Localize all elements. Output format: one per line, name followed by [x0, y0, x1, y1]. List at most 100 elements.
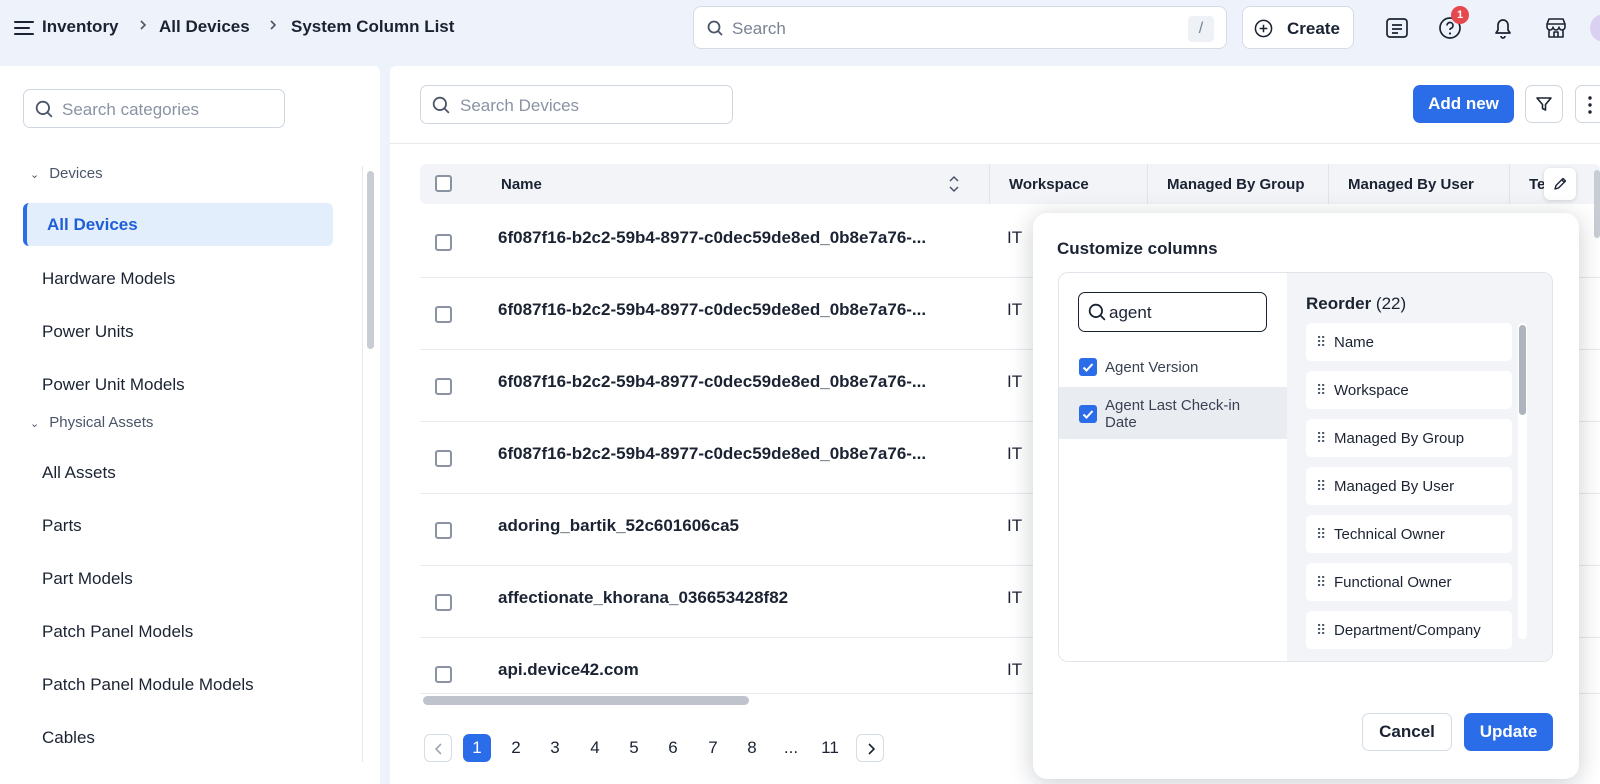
customize-columns-popover: Customize columns agent Agent Version Ag… [1033, 213, 1579, 779]
chevron-right-icon [865, 742, 877, 756]
column-header-technical-owner[interactable]: Te [1529, 176, 1545, 193]
divider [390, 143, 1600, 144]
reorder-item-technical-owner[interactable]: ⠿ Technical Owner [1306, 515, 1512, 553]
workspace-cell: IT [1007, 516, 1023, 535]
avatar[interactable] [1590, 14, 1600, 42]
drag-handle-icon[interactable]: ⠿ [1316, 574, 1326, 591]
row-checkbox[interactable] [435, 450, 452, 467]
column-option-label: Agent Last Check-in Date [1105, 397, 1241, 431]
next-page-button[interactable] [856, 734, 884, 762]
horizontal-scrollbar[interactable] [423, 696, 749, 705]
device-name-link[interactable]: 6f087f16-b2c2-59b4-8977-c0dec59de8ed_0b8… [498, 300, 926, 320]
row-checkbox[interactable] [435, 306, 452, 323]
group-physical-assets[interactable]: ⌄ Physical Assets [30, 414, 153, 431]
search-icon [432, 96, 450, 114]
page-button-2[interactable]: 2 [502, 734, 530, 762]
drag-handle-icon[interactable]: ⠿ [1316, 526, 1326, 543]
reorder-item-name[interactable]: ⠿ Name [1306, 323, 1512, 361]
previous-page-button[interactable] [424, 734, 452, 762]
device-name-link[interactable]: 6f087f16-b2c2-59b4-8977-c0dec59de8ed_0b8… [498, 444, 926, 464]
reorder-panel: Reorder (22) ⠿ Name ⠿ Workspace ⠿ Managed B… [1287, 273, 1552, 661]
sidebar-item-all-devices[interactable]: All Devices [23, 203, 333, 246]
reorder-item-department-company[interactable]: ⠿ Department/Company [1306, 611, 1512, 649]
sidebar-item-power-unit-models[interactable]: Power Unit Models [42, 375, 185, 395]
row-checkbox[interactable] [435, 234, 452, 251]
device-name-link[interactable]: api.device42.com [498, 660, 639, 680]
column-header-name[interactable]: Name [501, 176, 542, 193]
device-search-input[interactable]: Search Devices [420, 85, 733, 124]
edit-columns-button[interactable] [1544, 168, 1576, 200]
column-divider [1147, 164, 1148, 204]
page-button-4[interactable]: 4 [581, 734, 609, 762]
page-button-5[interactable]: 5 [620, 734, 648, 762]
page-button-8[interactable]: 8 [738, 734, 766, 762]
page-button-1[interactable]: 1 [463, 734, 491, 762]
drag-handle-icon[interactable]: ⠿ [1316, 334, 1326, 351]
sidebar-item-cables[interactable]: Cables [42, 728, 95, 748]
drag-handle-icon[interactable]: ⠿ [1316, 382, 1326, 399]
breadcrumb-inventory[interactable]: Inventory [42, 17, 119, 37]
sidebar-item-patch-panel-module-models[interactable]: Patch Panel Module Models [42, 675, 254, 695]
filter-button[interactable] [1525, 85, 1563, 123]
bell-icon[interactable] [1489, 14, 1517, 42]
reorder-item-label: Workspace [1334, 382, 1409, 399]
drag-handle-icon[interactable]: ⠿ [1316, 430, 1326, 447]
checkbox-checked[interactable] [1079, 405, 1097, 423]
cancel-button[interactable]: Cancel [1362, 713, 1452, 751]
workspace-cell: IT [1007, 228, 1023, 247]
row-checkbox[interactable] [435, 378, 452, 395]
reorder-scrollbar[interactable] [1519, 325, 1526, 415]
create-button[interactable]: Create [1242, 6, 1354, 49]
checkbox-checked[interactable] [1079, 358, 1097, 376]
vertical-scrollbar[interactable] [1594, 170, 1600, 238]
global-search-input[interactable]: Search / [693, 6, 1227, 49]
device-name-link[interactable]: 6f087f16-b2c2-59b4-8977-c0dec59de8ed_0b8… [498, 372, 926, 392]
group-devices[interactable]: ⌄ Devices [30, 165, 103, 182]
update-button[interactable]: Update [1464, 713, 1553, 751]
device-name-link[interactable]: affectionate_khorana_036653428f82 [498, 588, 788, 608]
sidebar-item-patch-panel-models[interactable]: Patch Panel Models [42, 622, 193, 642]
device-name-link[interactable]: 6f087f16-b2c2-59b4-8977-c0dec59de8ed_0b8… [498, 228, 926, 248]
reorder-item-managed-by-user[interactable]: ⠿ Managed By User [1306, 467, 1512, 505]
add-new-button[interactable]: Add new [1413, 85, 1514, 123]
workspace-cell: IT [1007, 444, 1023, 463]
device-name-link[interactable]: adoring_bartik_52c601606ca5 [498, 516, 739, 536]
page-button-11[interactable]: 11 [816, 734, 844, 762]
page-button-3[interactable]: 3 [541, 734, 569, 762]
select-all-checkbox[interactable] [435, 175, 452, 192]
workspace-cell: IT [1007, 300, 1023, 319]
category-search-input[interactable]: Search categories [23, 89, 285, 128]
reorder-item-managed-by-group[interactable]: ⠿ Managed By Group [1306, 419, 1512, 457]
sidebar-item-part-models[interactable]: Part Models [42, 569, 133, 589]
sidebar-item-parts[interactable]: Parts [42, 516, 82, 536]
sidebar-item-label: All Devices [47, 215, 138, 234]
store-icon[interactable] [1542, 14, 1570, 42]
reorder-item-functional-owner[interactable]: ⠿ Functional Owner [1306, 563, 1512, 601]
column-search-input[interactable]: agent [1078, 292, 1267, 332]
menu-icon[interactable] [14, 20, 34, 36]
page-button-7[interactable]: 7 [699, 734, 727, 762]
row-checkbox[interactable] [435, 522, 452, 539]
drag-handle-icon[interactable]: ⠿ [1316, 622, 1326, 639]
reorder-item-workspace[interactable]: ⠿ Workspace [1306, 371, 1512, 409]
device-search-placeholder: Search Devices [460, 96, 580, 115]
more-options-button[interactable] [1575, 85, 1600, 123]
breadcrumb-all-devices[interactable]: All Devices [159, 17, 250, 37]
column-divider [989, 164, 990, 204]
column-header-workspace[interactable]: Workspace [1009, 176, 1089, 193]
service-catalog-icon[interactable] [1383, 14, 1411, 42]
column-header-managed-by-user[interactable]: Managed By User [1348, 176, 1474, 193]
column-option-agent-last-check-in-date[interactable]: Agent Last Check-in Date [1059, 387, 1287, 439]
row-checkbox[interactable] [435, 666, 452, 683]
reorder-item-label: Managed By User [1334, 478, 1455, 495]
sidebar-scrollbar[interactable] [367, 171, 374, 349]
sidebar-item-all-assets[interactable]: All Assets [42, 463, 116, 483]
row-checkbox[interactable] [435, 594, 452, 611]
sidebar-item-hardware-models[interactable]: Hardware Models [42, 269, 175, 289]
column-header-managed-by-group[interactable]: Managed By Group [1167, 176, 1305, 193]
column-option-agent-version[interactable]: Agent Version [1059, 349, 1287, 387]
drag-handle-icon[interactable]: ⠿ [1316, 478, 1326, 495]
page-button-6[interactable]: 6 [659, 734, 687, 762]
sort-icon[interactable] [949, 175, 959, 193]
sidebar-item-power-units[interactable]: Power Units [42, 322, 134, 342]
